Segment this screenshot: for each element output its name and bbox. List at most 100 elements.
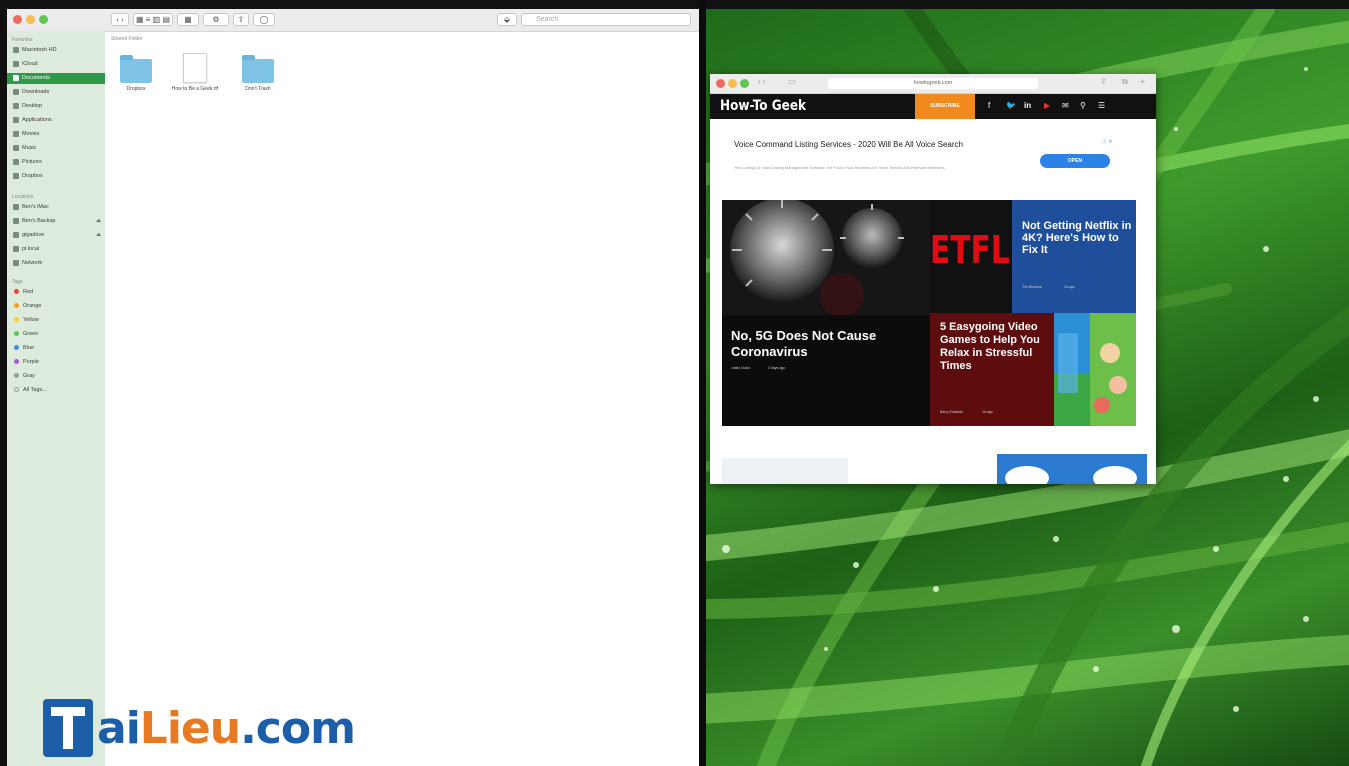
tailieu-watermark-logo: aiLieu.com	[43, 699, 423, 759]
article-card-netflix[interactable]: Not Getting Netflix in 4K? Here's How to…	[1012, 200, 1136, 313]
minimize-window-button[interactable]	[26, 15, 35, 24]
youtube-icon[interactable]: ▶	[1044, 100, 1050, 112]
drive-icon	[13, 231, 19, 238]
ad-title[interactable]: Voice Command Listing Services - 2020 Wi…	[734, 140, 1004, 150]
sidebar-all-tags[interactable]: All Tags...	[7, 385, 105, 396]
sidebar-item-movies[interactable]: Movies	[7, 129, 105, 140]
share-icon[interactable]: ⇪	[233, 13, 249, 26]
sidebar-item-icloud[interactable]: iCloud	[7, 59, 105, 70]
sidebar-item-documents[interactable]: Documents	[7, 73, 105, 84]
search-icon[interactable]: ⚲	[1080, 100, 1086, 112]
eject-icon[interactable]: ⏏	[96, 216, 101, 227]
article-author: Tim Brookes	[1022, 285, 1042, 289]
sidebar-tag-green[interactable]: Green	[7, 329, 105, 340]
safari-toolbar: ‹ › ▭ howtogeek.com ⇪ ⧉ +	[710, 74, 1156, 94]
sidebar-item-pictures[interactable]: Pictures	[7, 157, 105, 168]
sidebar-tag-red[interactable]: Red	[7, 287, 105, 298]
share-icon[interactable]: ⇪	[1100, 77, 1107, 86]
group-icon[interactable]: ▦	[177, 13, 199, 26]
music-icon	[13, 144, 19, 151]
subscribe-button[interactable]: SUBSCRIBE	[915, 94, 975, 119]
address-bar[interactable]: howtogeek.com	[828, 78, 1038, 89]
menu-icon[interactable]: ☰	[1098, 100, 1105, 112]
next-article-placeholder	[722, 458, 848, 484]
finder-sidebar: Favorites Macintosh HD iCloud Documents Dow…	[7, 31, 105, 766]
sidebar-icon[interactable]: ▭	[788, 77, 796, 86]
sidebar-item-downloads[interactable]: Downloads	[7, 87, 105, 98]
sidebar-item-label: Desktop	[22, 103, 43, 109]
article-card-video-games[interactable]: 5 Easygoing Video Games to Help You Rela…	[930, 313, 1136, 426]
sidebar-item-label: Gray	[23, 373, 35, 379]
minimize-window-button[interactable]	[728, 79, 737, 88]
sidebar-item-macintosh-hd[interactable]: Macintosh HD	[7, 45, 105, 56]
sidebar-tag-purple[interactable]: Purple	[7, 357, 105, 368]
netflix-image-text: ETFL	[930, 228, 1010, 272]
sidebar-item-label: gigadrive	[22, 232, 45, 238]
article-title[interactable]: 5 Easygoing Video Games to Help You Rela…	[940, 321, 1050, 373]
linkedin-icon[interactable]: in	[1024, 100, 1031, 112]
finder-toolbar: ‹ › ▦ ≡ ▥ ▤ ▦ ⚙ ⇪ ◯ ⬙ Search	[7, 9, 699, 32]
sidebar-item-gigadrive[interactable]: gigadrive ⏏	[7, 230, 105, 241]
close-window-button[interactable]	[13, 15, 22, 24]
watermark-text: aiLieu.com	[97, 703, 356, 754]
file-item-dropbox[interactable]: Dropbox	[111, 53, 161, 92]
animal-crossing-image	[1054, 313, 1136, 426]
new-tab-icon[interactable]: +	[1140, 77, 1145, 86]
sidebar-tag-yellow[interactable]: Yellow	[7, 315, 105, 326]
folder-icon	[120, 55, 152, 83]
sidebar-item-label: iCloud	[22, 61, 38, 67]
mail-icon[interactable]: ✉	[1062, 100, 1069, 112]
tag-color-dot	[14, 317, 19, 323]
sidebar-item-pi-local[interactable]: pi.local	[7, 244, 105, 255]
sidebar-item-ben-s-imac[interactable]: Ben's iMac	[7, 202, 105, 213]
close-window-button[interactable]	[716, 79, 725, 88]
article-title[interactable]: Not Getting Netflix in 4K? Here's How to…	[1022, 220, 1132, 256]
sidebar-tag-orange[interactable]: Orange	[7, 301, 105, 312]
ad-choices-icon[interactable]: ⓘ ✕	[1102, 138, 1113, 145]
article-author: Barry Edwards	[940, 410, 963, 414]
document-icon	[183, 53, 207, 83]
sidebar-tag-gray[interactable]: Gray	[7, 371, 105, 382]
search-input[interactable]: Search	[521, 13, 691, 26]
sidebar-item-label: Movies	[22, 131, 40, 137]
file-item-dont-trash[interactable]: Don't Trash	[233, 53, 283, 92]
sidebar-item-applications[interactable]: Applications	[7, 115, 105, 126]
camera-icon	[13, 158, 19, 165]
sidebar-item-label: Music	[22, 145, 37, 151]
sidebar-item-desktop[interactable]: Desktop	[7, 101, 105, 112]
tabs-icon[interactable]: ⧉	[1122, 77, 1128, 87]
sidebar-item-label: pi.local	[22, 246, 40, 252]
sidebar-item-label: All Tags...	[23, 387, 47, 393]
split-view-divider[interactable]	[699, 0, 706, 766]
file-item-document[interactable]: How to Be a Geek.rtf	[170, 53, 220, 92]
zoom-window-button[interactable]	[740, 79, 749, 88]
tag-color-dot	[14, 303, 19, 309]
server-icon	[13, 245, 19, 252]
cloud-icon	[1005, 466, 1137, 484]
gear-icon[interactable]: ⚙	[203, 13, 229, 26]
article-title[interactable]: No, 5G Does Not Cause Coronavirus	[731, 328, 931, 360]
sidebar-item-label: Dropbox	[22, 173, 43, 179]
view-mode-icon[interactable]: ▦ ≡ ▥ ▤	[133, 13, 173, 26]
sidebar-item-dropbox[interactable]: Dropbox	[7, 171, 105, 182]
zoom-window-button[interactable]	[39, 15, 48, 24]
file-label: How to Be a Geek.rtf	[171, 86, 219, 92]
sidebar-item-ben-s-backup[interactable]: Ben's Backup ⏏	[7, 216, 105, 227]
twitter-icon[interactable]: 🐦	[1006, 100, 1016, 112]
sidebar-tag-blue[interactable]: Blue	[7, 343, 105, 354]
sidebar-item-network[interactable]: Network	[7, 258, 105, 269]
facebook-icon[interactable]: f	[988, 100, 990, 112]
sidebar-item-label: Ben's iMac	[22, 204, 49, 210]
site-header: How-To Geek SUBSCRIBE f 🐦 in ▶ ✉ ⚲ ☰	[710, 94, 1156, 119]
article-age: 2 days ago	[768, 366, 786, 370]
back-forward-icon[interactable]: ‹ ›	[758, 77, 766, 86]
dropbox-icon[interactable]: ⬙	[497, 13, 517, 26]
tag-icon[interactable]: ◯	[253, 13, 275, 26]
eject-icon[interactable]: ⏏	[96, 230, 101, 241]
back-forward-button[interactable]: ‹ ›	[111, 13, 129, 26]
applications-icon	[13, 116, 19, 123]
ad-open-button[interactable]: OPEN	[1040, 154, 1110, 168]
site-logo[interactable]: How-To Geek	[720, 97, 806, 116]
sidebar-favorites-heading: Favorites	[12, 37, 33, 43]
sidebar-item-music[interactable]: Music	[7, 143, 105, 154]
